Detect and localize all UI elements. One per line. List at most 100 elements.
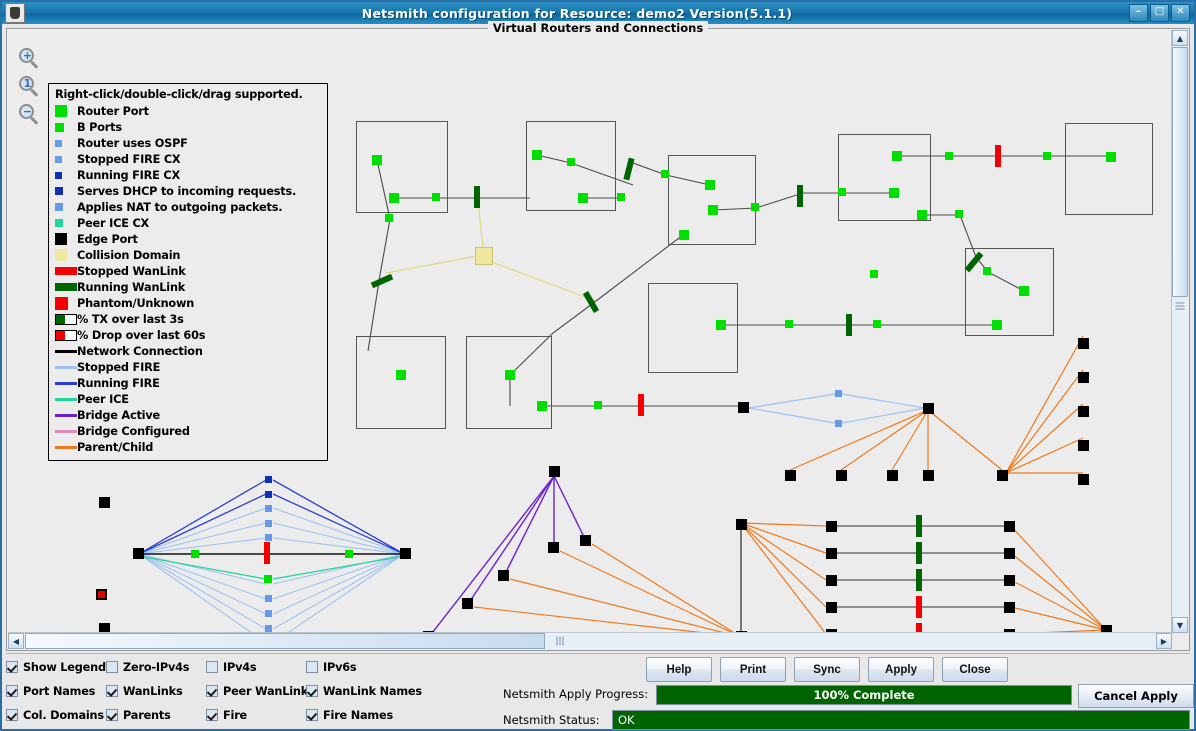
router-port[interactable] [716, 320, 726, 330]
print-button[interactable]: Print [720, 657, 786, 682]
checkbox-box[interactable] [306, 661, 318, 673]
lfeth1-node[interactable] [835, 390, 842, 397]
eth4-child-port[interactable] [1004, 575, 1015, 586]
horizontal-scrollbar[interactable]: ◀ ▶ [8, 632, 1172, 649]
router-port[interactable] [1019, 286, 1029, 296]
router-port-b[interactable] [617, 193, 625, 201]
eth3-child-port[interactable] [887, 470, 898, 481]
router-port[interactable] [892, 151, 902, 161]
checkbox-box[interactable] [6, 661, 18, 673]
vr21-child-port[interactable] [826, 602, 837, 613]
fire-cx-node[interactable] [265, 610, 272, 617]
checkbox-box[interactable] [206, 709, 218, 721]
br0-port[interactable] [549, 466, 560, 477]
router-port-b[interactable] [785, 320, 793, 328]
vr21-wanlink-marker[interactable] [916, 515, 922, 537]
checkbox-box[interactable] [206, 685, 218, 697]
vr21-child-port[interactable] [826, 548, 837, 559]
router-port-b[interactable] [594, 401, 602, 409]
router-port-b[interactable] [955, 210, 963, 218]
vertical-scrollbar[interactable]: ▲ ▼ [1171, 30, 1188, 633]
checkbox-ipv6s[interactable]: IPv6s [306, 661, 426, 674]
scroll-up-button[interactable]: ▲ [1172, 30, 1188, 46]
wanlink-marker[interactable] [638, 394, 644, 416]
router-box[interactable] [466, 336, 552, 429]
router-box[interactable] [1065, 123, 1153, 215]
router-port-b[interactable] [661, 170, 669, 178]
checkbox-box[interactable] [306, 709, 318, 721]
eth3-14-child-port[interactable] [1078, 440, 1089, 451]
scroll-down-button[interactable]: ▼ [1172, 617, 1188, 633]
horizontal-scroll-thumb[interactable] [25, 633, 545, 649]
close-window-button[interactable]: ✕ [1171, 4, 1190, 22]
checkbox-fire-names[interactable]: Fire Names [306, 709, 426, 722]
peer-ice-port[interactable] [264, 575, 272, 583]
checkbox-fire[interactable]: Fire [206, 709, 306, 722]
wanlink-marker[interactable] [474, 186, 480, 208]
router-port-b[interactable] [432, 193, 440, 201]
router-port-b[interactable] [567, 158, 575, 166]
fire-port-b-right[interactable] [345, 550, 353, 558]
fire-cx-node[interactable] [265, 476, 272, 483]
eth3-child-port[interactable] [923, 470, 934, 481]
router-box[interactable] [838, 134, 931, 221]
br0-child-port[interactable] [580, 535, 591, 546]
wanlink-marker[interactable] [797, 185, 803, 207]
br0-child-port[interactable] [462, 598, 473, 609]
checkbox-box[interactable] [106, 685, 118, 697]
graph-canvas-viewport[interactable]: + 1 − Right-click/double-click/drag supp… [8, 33, 1172, 633]
router-port[interactable] [389, 193, 399, 203]
rddvr18-port[interactable] [133, 548, 144, 559]
fire-cx-node[interactable] [265, 625, 272, 632]
minimize-button[interactable]: – [1129, 4, 1148, 22]
eth2-port[interactable] [738, 402, 749, 413]
fire-port-b-left[interactable] [191, 550, 199, 558]
checkbox-ipv4s[interactable]: IPv4s [206, 661, 306, 674]
checkbox-box[interactable] [306, 685, 318, 697]
router-port-b[interactable] [1043, 152, 1051, 160]
checkbox-peer-wanlinks[interactable]: Peer WanLinks [206, 685, 315, 698]
checkbox-col-domains[interactable]: Col. Domains [6, 709, 106, 722]
checkbox-box[interactable] [206, 661, 218, 673]
router-port[interactable] [532, 150, 542, 160]
vr21-wanlink-marker[interactable] [916, 596, 922, 618]
rddvr21-port[interactable] [736, 519, 747, 530]
router-port[interactable] [705, 180, 715, 190]
checkbox-show-legend[interactable]: Show Legend [6, 661, 106, 674]
router-port-b[interactable] [751, 203, 759, 211]
help-button[interactable]: Help [646, 657, 712, 682]
eth1-port[interactable] [96, 589, 107, 600]
vertical-scroll-thumb[interactable] [1172, 47, 1188, 297]
cancel-apply-button[interactable]: Cancel Apply [1078, 684, 1194, 708]
router-port[interactable] [372, 155, 382, 165]
zoom-out-icon[interactable]: − [18, 103, 42, 127]
eth3-child-port[interactable] [836, 470, 847, 481]
router-port[interactable] [917, 210, 927, 220]
eth4-child-port[interactable] [1004, 521, 1015, 532]
router-port-b[interactable] [983, 267, 991, 275]
arm1-node[interactable] [835, 420, 842, 427]
checkbox-port-names[interactable]: Port Names [6, 685, 106, 698]
scroll-left-button[interactable]: ◀ [8, 633, 24, 649]
router-port[interactable] [537, 401, 547, 411]
checkbox-zero-ipv4s[interactable]: Zero-IPv4s [106, 661, 206, 674]
vr21-child-port[interactable] [826, 575, 837, 586]
router-box[interactable] [526, 121, 616, 211]
fire-cx-node[interactable] [265, 534, 272, 541]
eth3-14-child-port[interactable] [1078, 372, 1089, 383]
wanlink-marker[interactable] [846, 314, 852, 336]
router-port-b[interactable] [838, 188, 846, 196]
router-port[interactable] [708, 205, 718, 215]
scroll-right-button[interactable]: ▶ [1156, 633, 1172, 649]
eth3-port[interactable] [923, 403, 934, 414]
router-port-b[interactable] [873, 320, 881, 328]
router-port[interactable] [505, 370, 515, 380]
wanlink-marker[interactable] [995, 145, 1001, 167]
router-port[interactable] [1106, 152, 1116, 162]
eth4-child-port[interactable] [1004, 548, 1015, 559]
eth3-child-port[interactable] [785, 470, 796, 481]
checkbox-wanlinks[interactable]: WanLinks [106, 685, 206, 698]
router-port[interactable] [679, 230, 689, 240]
zoom-in-icon[interactable]: + [18, 47, 42, 71]
router-box[interactable] [356, 336, 446, 429]
